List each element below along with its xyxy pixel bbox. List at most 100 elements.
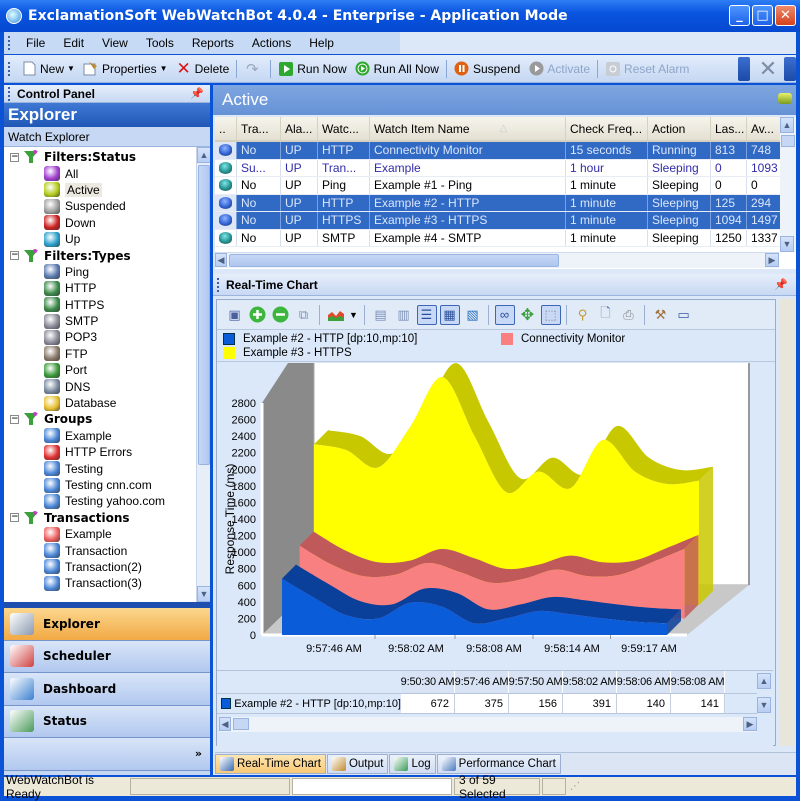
data-table-icon[interactable]: ▥ xyxy=(394,305,414,325)
scroll-up-arrow[interactable]: ▲ xyxy=(757,673,771,689)
column-header[interactable]: Tra... xyxy=(237,117,281,140)
nav-button-dashboard[interactable]: Dashboard xyxy=(4,673,210,706)
nav-button-status[interactable]: Status xyxy=(4,705,210,738)
new-button[interactable]: New ▼ xyxy=(17,58,79,80)
delete-button[interactable]: ✕ Delete xyxy=(172,58,234,80)
tree-item[interactable]: SMTP xyxy=(4,313,210,329)
properties-button[interactable]: Properties ▼ xyxy=(79,58,172,80)
menu-file[interactable]: File xyxy=(17,36,54,50)
table-hscroll-thumb[interactable] xyxy=(233,718,249,730)
panel-grip[interactable] xyxy=(217,277,220,292)
column-header[interactable]: Watc... xyxy=(318,117,370,140)
tree-item[interactable]: Example xyxy=(4,526,210,542)
tree-item[interactable]: Active xyxy=(4,182,210,198)
toolbar-close-icon[interactable]: ✕ xyxy=(754,56,782,81)
area-chart-3d[interactable]: 0200400600800100012001400160018002000220… xyxy=(217,363,773,669)
scroll-up-arrow[interactable]: ▲ xyxy=(780,117,794,133)
tree-scrollbar[interactable]: ▲ ▼ xyxy=(196,147,210,602)
tree-item[interactable]: Port xyxy=(4,362,210,378)
table-row[interactable]: No UP HTTP Example #2 - HTTP 1 minute Sleepin… xyxy=(215,194,796,212)
scroll-down-arrow[interactable]: ▼ xyxy=(757,697,771,713)
reset-alarm-button[interactable]: Reset Alarm xyxy=(601,58,693,80)
new-dropdown-icon[interactable]: ▼ xyxy=(67,64,75,73)
tree-item[interactable]: Testing xyxy=(4,460,210,477)
3d-glasses-icon[interactable]: ∞ xyxy=(494,304,515,325)
column-header[interactable]: Av... xyxy=(747,117,781,140)
column-header[interactable]: Action xyxy=(648,117,711,140)
activate-button[interactable]: Activate xyxy=(524,58,594,80)
data-grid-toggle-icon[interactable]: ▦ xyxy=(439,304,460,325)
collapse-icon[interactable]: − xyxy=(10,251,19,261)
table-row[interactable]: No UP HTTP Connectivity Monitor 15 seconds Ru… xyxy=(215,142,796,160)
scroll-left-arrow[interactable]: ◀ xyxy=(219,717,231,731)
toolbar-overflow-button-2[interactable] xyxy=(784,57,796,81)
tree-group[interactable]: − Groups xyxy=(4,411,210,427)
panel-grip[interactable] xyxy=(8,86,11,101)
scroll-left-arrow[interactable]: ◀ xyxy=(215,253,227,267)
tree-group[interactable]: − Filters:Status xyxy=(4,149,210,165)
tree-item[interactable]: HTTP Errors xyxy=(4,444,210,460)
column-header[interactable]: Ala... xyxy=(281,117,318,140)
tab-log[interactable]: Log xyxy=(389,753,436,774)
tree-item[interactable]: Transaction(2) xyxy=(4,559,210,575)
tree-item[interactable]: Down xyxy=(4,215,210,231)
toolbar-overflow-button[interactable] xyxy=(738,57,750,81)
tree-item[interactable]: HTTP xyxy=(4,280,210,296)
close-button[interactable]: ✕ xyxy=(775,5,796,26)
legend-toggle-icon[interactable]: ☰ xyxy=(416,304,437,325)
pin-icon[interactable]: 📌 xyxy=(774,278,788,291)
column-header[interactable]: .. xyxy=(215,117,237,140)
tree-item[interactable]: HTTPS xyxy=(4,297,210,313)
grid-vscroll-thumb[interactable] xyxy=(781,135,795,147)
tab-performance-chart[interactable]: Performance Chart xyxy=(436,753,561,774)
grid-vertical-scrollbar[interactable]: ▲ ▼ xyxy=(780,117,796,252)
table-row[interactable]: Su... UP Tran... Example 1 hour Sleeping 0 1093 xyxy=(215,159,796,177)
table-row[interactable]: No UP HTTPS Example #3 - HTTPS 1 minute Sleep… xyxy=(215,212,796,230)
chart-type-dropdown-icon[interactable]: ▼ xyxy=(349,305,359,325)
menu-tools[interactable]: Tools xyxy=(137,36,183,50)
scroll-down-arrow[interactable]: ▼ xyxy=(780,236,794,252)
tab-output[interactable]: Output xyxy=(326,753,389,774)
run-all-now-button[interactable]: Run All Now xyxy=(351,58,443,80)
zoom-icon[interactable]: ⚲ xyxy=(573,305,593,325)
tree-item[interactable]: Ping xyxy=(4,264,210,280)
scroll-up-arrow[interactable]: ▲ xyxy=(197,147,210,163)
export-icon[interactable]: ⬚ xyxy=(540,304,561,325)
menu-reports[interactable]: Reports xyxy=(183,36,243,50)
resize-grip-icon[interactable]: ⋰ xyxy=(570,781,580,792)
column-header[interactable]: Watch Item Name △ xyxy=(370,117,566,140)
redo-button[interactable]: ↷ xyxy=(240,58,267,80)
tree-item[interactable]: Suspended xyxy=(4,198,210,214)
properties-dropdown-icon[interactable]: ▼ xyxy=(160,64,168,73)
tree-item[interactable]: Transaction(3) xyxy=(4,575,210,591)
tools-hammer-icon[interactable]: ⚒ xyxy=(651,305,671,325)
scroll-right-arrow[interactable]: ▶ xyxy=(743,717,757,731)
tree-item[interactable]: POP3 xyxy=(4,329,210,345)
column-header[interactable]: Las... xyxy=(711,117,747,140)
print-icon[interactable]: ⎙ xyxy=(619,305,639,325)
data-editor-icon[interactable]: ▤ xyxy=(371,305,391,325)
rotate-move-icon[interactable]: ✥ xyxy=(518,305,538,325)
menu-actions[interactable]: Actions xyxy=(243,36,300,50)
table-row[interactable]: No UP Ping Example #1 - Ping 1 minute Sleepin… xyxy=(215,177,796,195)
table-horizontal-scrollbar[interactable]: ◀ ▶ xyxy=(219,717,757,732)
nav-button-scheduler[interactable]: Scheduler xyxy=(4,640,210,673)
tree-item[interactable]: Testing yahoo.com xyxy=(4,493,210,509)
minimize-button[interactable]: _ xyxy=(729,5,750,26)
copy-icon[interactable]: ⧉ xyxy=(294,305,314,325)
grid-horizontal-scrollbar[interactable]: ◀ ▶ xyxy=(215,252,779,268)
tree-item[interactable]: Example xyxy=(4,428,210,444)
nav-button-explorer[interactable]: Explorer xyxy=(4,608,210,641)
table-vertical-scrollbar[interactable]: ▲ ▼ xyxy=(757,673,771,717)
run-now-button[interactable]: Run Now xyxy=(274,58,350,80)
maximize-button[interactable]: □ xyxy=(752,5,773,26)
tree-item[interactable]: Database xyxy=(4,395,210,411)
chart-palette-icon[interactable]: ▧ xyxy=(463,305,483,325)
toolbar-grip[interactable] xyxy=(8,61,11,76)
tree-item[interactable]: All xyxy=(4,165,210,182)
add-series-icon[interactable] xyxy=(248,305,268,325)
tree-item[interactable]: Transaction xyxy=(4,542,210,559)
menu-help[interactable]: Help xyxy=(300,36,343,50)
tree-item[interactable]: DNS xyxy=(4,378,210,395)
tree-group[interactable]: − Filters:Types xyxy=(4,247,210,263)
